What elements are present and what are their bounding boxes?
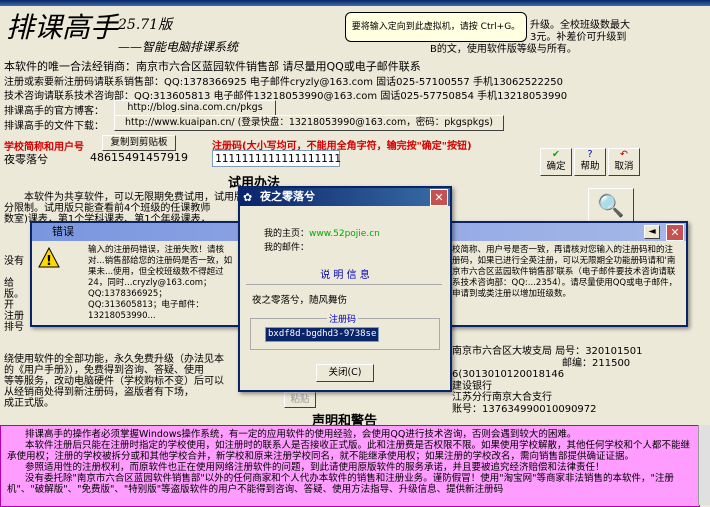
statement-p3: 参照适用性的注册权利，而原软件也正在使用网络注册软件的问题，到此请使用原版软件的…	[25, 462, 605, 473]
cancel-label: 取消	[614, 161, 634, 172]
school-name: 夜零落兮	[4, 153, 48, 166]
address-line: 南京市六合区大坡支局 局号：320101501	[452, 346, 642, 358]
register-code-input[interactable]: 1111111111111111111	[212, 150, 341, 167]
statement-box: 排课高手的操作者必须掌握Windows操作系统，有一定的应用软件的使用经验，会使…	[0, 425, 700, 507]
ok-button[interactable]: ✔ 确定	[540, 148, 572, 176]
vm-tooltip: 要将输入定向到此虚拟机，请按 Ctrl+G。	[345, 12, 527, 42]
account2-label: 账号：	[452, 403, 482, 415]
bank-branch: 江苏分行南京大合支行	[452, 392, 552, 403]
address-text: 南京市六合区大坡支局	[452, 346, 552, 357]
left-line-6: 排号	[4, 322, 24, 333]
crack-email-label: 我的邮件：	[264, 243, 310, 253]
crack-code-field[interactable]: bxdf8d-bgdhd3-9738se	[265, 327, 379, 342]
crack-dialog-titlebar: ✿ 夜之零落兮 ✕	[240, 188, 450, 206]
left-line-2: 给	[4, 278, 14, 289]
code-group: 注册码 bxdf8d-bgdhd3-9738se	[250, 312, 440, 350]
error-close-icon[interactable]: ✕	[666, 224, 684, 241]
code-group-label: 注册码	[327, 312, 359, 325]
crack-close-icon[interactable]: ✕	[430, 189, 448, 206]
left-line-11: 成正式版。	[4, 398, 54, 409]
crack-dialog-title: 夜之零落兮	[260, 190, 315, 203]
crack-note: 夜之零落兮，随风舞伤	[252, 295, 348, 306]
svg-text:!: !	[46, 254, 52, 269]
zip-line: 邮编：211500	[452, 358, 642, 370]
copy-clipboard-button[interactable]: 复制到剪贴板	[102, 135, 176, 151]
statement-text: 排课高手的操作者必须掌握Windows操作系统，有一定的应用软件的使用经验，会使…	[1, 426, 699, 498]
cancel-icon: ↶	[620, 149, 628, 160]
zip-label: 邮编：	[562, 357, 592, 369]
ok-label: 确定	[546, 161, 566, 172]
crack-homepage-label: 我的主页：	[264, 229, 310, 239]
account2-value: 137634990010090972	[482, 403, 597, 415]
crack-heading: 说 明 信 息	[320, 270, 370, 281]
app-subtitle: ——智能电脑排课系统	[118, 40, 239, 54]
error-message-left: 输入的注册码错误，注册失败！请核对...销售部给您的注册码是否一致，如果未...…	[88, 245, 233, 321]
info-line2: 注册或索要新注册码请联系销售部：QQ:1378366925 电子邮件cryzly…	[4, 77, 563, 88]
address-block: 南京市六合区大坡支局 局号：320101501 邮编：211500 6(3013…	[452, 346, 642, 415]
info-line1: 本软件的唯一合法经销商：南京市六合区蓝园软件销售部 请尽量用QQ或电子邮件联系	[4, 60, 421, 73]
download-label: 排课高手的文件下载：	[4, 121, 104, 132]
homepage-link-button[interactable]: http://blog.sina.com.cn/pkgs	[114, 100, 276, 116]
cancel-button[interactable]: ↶ 取消	[608, 148, 640, 176]
close-button[interactable]: 关闭(C)	[316, 364, 374, 382]
trial-right-note	[470, 190, 580, 220]
statement-p4: 没有委托除"南京市六合区蓝园软件销售部"以外的任何商家和个人代办本软件的销售和注…	[7, 473, 674, 495]
user-number: 48615491457919	[90, 151, 188, 164]
account2-line: 账号：137634990010090972	[452, 404, 642, 416]
postcode-value: 320101501	[585, 346, 643, 357]
app-version: 25.71版	[118, 17, 173, 33]
divider	[246, 284, 442, 285]
bank-name: 建设银行	[452, 380, 492, 392]
error-message-right: 校简称、用户号是否一致，再请核对您输入的注册码和的注册码，如果已进行全英注册，可…	[452, 245, 678, 299]
info-line3: 技术咨询请联系技术咨询部：QQ:313605813 电子邮件1321805399…	[4, 91, 568, 102]
error-dialog-title: 错误	[52, 225, 74, 238]
help-button[interactable]: ? 帮助	[574, 148, 606, 176]
account-value: 6(3013010120018146	[452, 369, 565, 380]
ok-icon: ✔	[552, 149, 560, 160]
header-right-line3: B的文，使用软件版等级与所有。	[430, 44, 577, 55]
zip-value: 211500	[592, 357, 631, 369]
help-icon: ?	[587, 149, 593, 160]
left-line-3: 版。	[4, 289, 24, 300]
homepage-label: 排课高手的官方博客：	[4, 106, 104, 117]
help-label: 帮助	[580, 161, 600, 172]
download-link-button[interactable]: http://www.kuaipan.cn/ (登录快盘：13218053990…	[114, 115, 504, 131]
magnifier-icon: 🔍	[597, 194, 625, 219]
left-line-4: 开	[4, 300, 14, 311]
postcode-label: 局号：	[555, 346, 586, 357]
left-line-1: 没有	[4, 256, 24, 267]
paste-button[interactable]: 粘贴	[284, 392, 316, 408]
app-icon: ✿	[243, 191, 253, 204]
statement-p1: 排课高手的操作者必须掌握Windows操作系统，有一定的应用软件的使用经验，会使…	[25, 429, 577, 440]
left-line-5: 注册	[4, 311, 24, 322]
error-scroll-icon[interactable]: ◄	[644, 225, 660, 239]
app-title: 排课高手	[6, 11, 119, 44]
crack-homepage-row: 我的主页：www.52pojie.cn	[264, 226, 380, 239]
warning-icon: !	[38, 246, 60, 269]
crack-homepage-link[interactable]: www.52pojie.cn	[309, 229, 380, 239]
statement-p2: 本软件注册后只能在注册时指定的学校使用，如注册时的联系人是否接收正式版。此和注册…	[7, 440, 691, 462]
statement-scrollbar[interactable]	[698, 425, 710, 505]
crack-dialog: ✿ 夜之零落兮 ✕ 我的主页：www.52pojie.cn 我的邮件： 说 明 …	[238, 186, 452, 392]
left-text-block: 没有 给 版。 开 注册 排号	[4, 256, 24, 333]
